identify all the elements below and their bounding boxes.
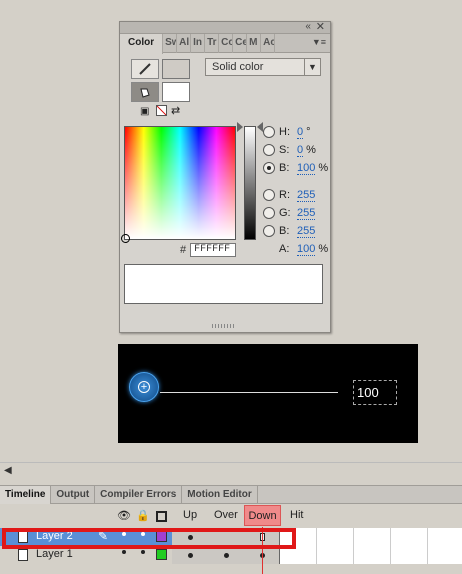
crosshair-icon: + (138, 381, 150, 393)
green-row: G: 255 (263, 205, 316, 221)
red-radio[interactable] (263, 189, 275, 201)
stroke-color-tool[interactable] (131, 59, 159, 79)
slider-knob[interactable]: + (129, 372, 159, 402)
empty-frames[interactable] (280, 546, 462, 564)
pencil-icon (139, 63, 151, 75)
frame-label-down[interactable]: Down (244, 505, 281, 526)
layer-color-swatch[interactable] (156, 549, 167, 560)
paint-bucket-icon (140, 88, 150, 98)
timeline-header: 👁 🔒 Up Over Down Hit (0, 505, 462, 527)
tab-color[interactable]: Color (120, 34, 164, 54)
panel-titlebar[interactable]: ‹‹ ✕ (120, 20, 330, 34)
visibility-dot[interactable] (122, 550, 126, 554)
tab-swatches[interactable]: Sw (163, 34, 178, 53)
black-white-icon[interactable]: ▣ (140, 106, 149, 117)
blue-row: B: 255 (263, 223, 316, 239)
brightness-radio[interactable] (263, 162, 275, 174)
outline-icon[interactable] (156, 511, 167, 522)
highlight-box (2, 528, 296, 549)
stage: + 100 (118, 344, 418, 443)
brightness-value[interactable]: 100 (297, 162, 316, 175)
lock-dot[interactable] (141, 550, 145, 554)
timeline-tabs: Timeline Output Compiler Errors Motion E… (0, 485, 462, 504)
layer-name[interactable]: Layer 1 (36, 548, 73, 560)
hex-row: # FFFFFF (180, 243, 237, 257)
tab-transform[interactable]: Tr (205, 34, 220, 53)
saturation-radio[interactable] (263, 144, 275, 156)
no-color-icon[interactable] (156, 105, 167, 116)
alpha-row: A: 100 % (279, 242, 329, 256)
swap-colors-icon[interactable]: ⇄ (171, 104, 180, 117)
red-value[interactable]: 255 (297, 189, 316, 202)
stage-scrollbar[interactable]: ◀ (0, 462, 462, 478)
keyframe[interactable] (188, 553, 193, 558)
brightness-slider[interactable] (244, 126, 256, 240)
hue-radio[interactable] (263, 126, 275, 138)
hue-row: H: 0 ° (263, 124, 311, 140)
green-value[interactable]: 255 (297, 207, 316, 220)
blue-value[interactable]: 255 (297, 225, 316, 238)
green-radio[interactable] (263, 207, 275, 219)
tab-motion-presets[interactable]: M (247, 34, 262, 53)
color-preview (124, 264, 323, 304)
stroke-swatch[interactable] (162, 59, 190, 79)
resize-grip[interactable] (212, 324, 236, 328)
brightness-row: B: 100 % (263, 160, 328, 176)
keyframe[interactable] (224, 553, 229, 558)
fill-swatch[interactable] (162, 82, 190, 102)
saturation-row: S: 0 % (263, 142, 316, 158)
tab-compiler-errors[interactable]: Compiler Errors (95, 486, 183, 504)
slider-track[interactable] (160, 392, 338, 393)
frame-label-over[interactable]: Over (214, 509, 238, 521)
tab-components[interactable]: Co (219, 34, 234, 53)
red-row: R: 255 (263, 187, 316, 203)
tab-motion-editor[interactable]: Motion Editor (182, 486, 258, 504)
tab-actions[interactable]: Ac (261, 34, 276, 53)
eye-icon[interactable]: 👁 (117, 509, 131, 522)
empty-frames[interactable] (280, 528, 462, 546)
blue-radio[interactable] (263, 225, 275, 237)
scroll-left-icon[interactable]: ◀ (4, 465, 12, 476)
chevron-down-icon: ▼ (304, 59, 320, 75)
saturation-value[interactable]: 0 (297, 144, 304, 157)
color-spectrum[interactable] (121, 126, 236, 243)
lock-icon[interactable]: 🔒 (136, 509, 150, 522)
hex-input[interactable]: FFFFFF (190, 243, 237, 257)
brightness-left-arrow-icon[interactable] (237, 122, 243, 132)
fill-type-select[interactable]: Solid color ▼ (205, 58, 321, 76)
tab-align[interactable]: Al (177, 34, 192, 53)
spectrum-cursor[interactable] (121, 234, 130, 243)
panel-tabs: Color Sw Al In Tr Co Ce M Ac ▼≡ (120, 34, 330, 54)
fill-color-tool[interactable] (131, 82, 159, 102)
alpha-value[interactable]: 100 (297, 243, 316, 256)
frame-label-hit[interactable]: Hit (290, 509, 303, 521)
close-icon[interactable]: ✕ (316, 20, 325, 33)
slider-value-textbox[interactable]: 100 (353, 380, 397, 405)
tab-timeline[interactable]: Timeline (0, 486, 52, 504)
layer-icon (18, 549, 28, 561)
hue-value[interactable]: 0 (297, 126, 304, 139)
tab-info[interactable]: In (191, 34, 206, 53)
collapse-icon[interactable]: ‹‹ (305, 21, 311, 32)
tab-code-snippets[interactable]: Ce (233, 34, 248, 53)
color-panel: ‹‹ ✕ Color Sw Al In Tr Co Ce M Ac ▼≡ ▣ ⇄… (119, 21, 331, 333)
panel-menu-icon[interactable]: ▼≡ (312, 37, 326, 47)
frame-label-up[interactable]: Up (183, 509, 197, 521)
tab-output[interactable]: Output (51, 486, 96, 504)
